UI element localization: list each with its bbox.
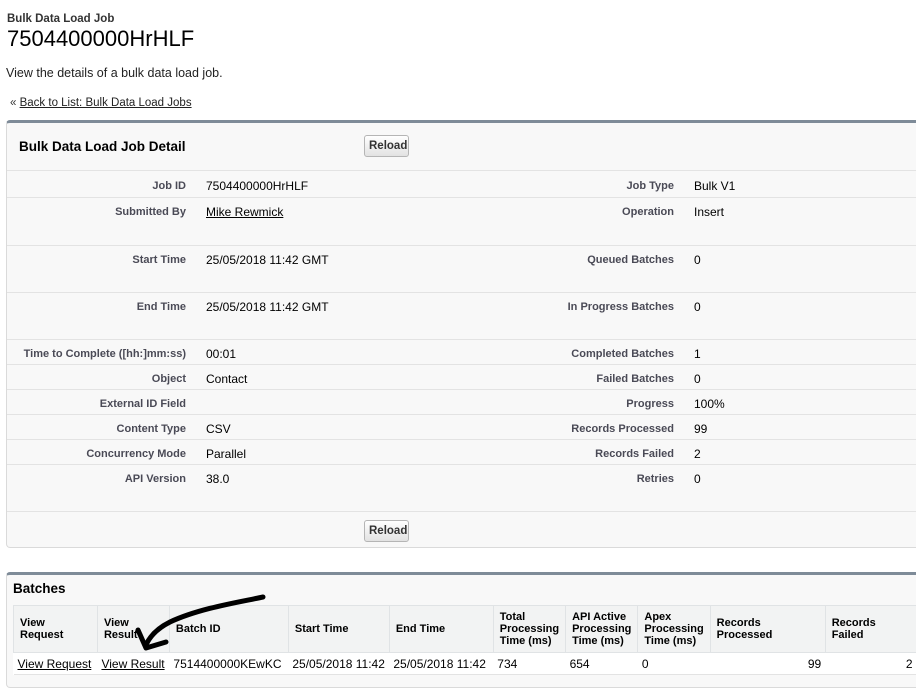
records-failed-cell: 2: [825, 652, 916, 675]
field-label: Time to Complete ([hh:]mm:ss): [23, 348, 186, 360]
field-label: Progress: [626, 398, 674, 410]
field-label: Queued Batches: [587, 254, 674, 266]
field-value: Insert: [694, 205, 725, 219]
job-detail-footer: [7, 511, 916, 549]
column-header[interactable]: View Result: [96, 605, 170, 653]
column-header[interactable]: End Time: [388, 605, 494, 653]
batches-section: Batches View Request View Result Batch I…: [6, 572, 916, 688]
field-value: 0: [694, 472, 701, 486]
section-title: Bulk Data Load Job Detail: [19, 139, 186, 154]
column-header[interactable]: Start Time: [287, 605, 390, 653]
field-label: Records Processed: [571, 423, 674, 435]
field-value: Parallel: [206, 447, 247, 461]
field-value: 1: [694, 347, 701, 361]
column-header[interactable]: View Request: [13, 605, 98, 653]
page-type-label: Bulk Data Load Job: [7, 13, 115, 25]
field-value: 0: [694, 300, 701, 314]
detail-row: Time to Complete ([hh:]mm:ss) 00:01 Comp…: [7, 340, 916, 365]
field-label: External ID Field: [99, 398, 186, 410]
field-label: Content Type: [116, 423, 186, 435]
field-label: Completed Batches: [571, 348, 674, 360]
detail-row: Start Time 25/05/2018 11:42 GMT Queued B…: [7, 246, 916, 293]
table-header-row: View Request View Result Batch ID Start …: [13, 605, 916, 653]
page-title: 7504400000HrHLF: [7, 26, 195, 51]
field-value: Contact: [206, 372, 248, 386]
field-value: 38.0: [206, 472, 230, 486]
field-value: 0: [694, 372, 701, 386]
back-to-list-link[interactable]: Back to List: Bulk Data Load Jobs: [20, 97, 192, 109]
reload-button-top[interactable]: Reload: [364, 135, 409, 157]
section-title: Batches: [13, 581, 66, 596]
view-result-cell: View Result: [97, 652, 170, 675]
detail-row: End Time 25/05/2018 11:42 GMT In Progres…: [7, 293, 916, 340]
detail-row: Concurrency Mode Parallel Records Failed…: [7, 440, 916, 465]
batch-id-cell: 7514400000KEwKC: [169, 652, 289, 675]
page-description: View the details of a bulk data load job…: [6, 66, 223, 80]
column-header[interactable]: Records Processed: [709, 605, 826, 653]
breadcrumb: « Back to List: Bulk Data Load Jobs: [10, 97, 192, 109]
job-detail-header: Bulk Data Load Job Detail Reload: [7, 123, 916, 171]
field-value: 00:01: [206, 347, 237, 361]
field-label: End Time: [136, 301, 186, 313]
detail-row: Object Contact Failed Batches 0: [7, 365, 916, 390]
back-arrow-icon: «: [10, 97, 17, 109]
field-label: Job ID: [152, 180, 186, 192]
end-time-cell: 25/05/2018 11:42: [389, 652, 494, 675]
field-label: Retries: [636, 473, 674, 485]
field-value: 2: [694, 447, 701, 461]
column-header[interactable]: Apex Processing Time (ms): [637, 605, 711, 653]
field-label: Concurrency Mode: [86, 448, 186, 460]
field-label: Job Type: [626, 180, 674, 192]
apex-processing-cell: 0: [637, 652, 711, 675]
table-row: View Request View Result 7514400000KEwKC…: [13, 652, 916, 675]
field-value: 0: [694, 253, 701, 267]
view-result-link[interactable]: View Result: [101, 657, 164, 671]
detail-row: Job ID 7504400000HrHLF Job Type Bulk V1: [7, 172, 916, 198]
column-header[interactable]: Records Failed: [824, 605, 916, 653]
submitted-by-value: Mike Rewmick: [206, 205, 456, 219]
field-value: 7504400000HrHLF: [206, 179, 309, 193]
field-value: 25/05/2018 11:42 GMT: [206, 300, 329, 314]
submitted-by-link[interactable]: Mike Rewmick: [206, 205, 283, 219]
total-processing-cell: 734: [493, 652, 566, 675]
column-header[interactable]: Batch ID: [168, 605, 289, 653]
api-processing-cell: 654: [565, 652, 638, 675]
field-value: CSV: [206, 422, 231, 436]
reload-button-bottom[interactable]: Reload: [364, 520, 409, 542]
page-header: Bulk Data Load Job 7504400000HrHLF: [7, 13, 194, 52]
column-header[interactable]: Total Processing Time (ms): [492, 605, 567, 653]
column-header[interactable]: API Active Processing Time (ms): [565, 605, 639, 653]
records-processed-cell: 99: [710, 652, 826, 675]
field-value: 25/05/2018 11:42 GMT: [206, 253, 329, 267]
field-value: 99: [694, 422, 708, 436]
field-label: Failed Batches: [596, 373, 674, 385]
field-label: Object: [151, 373, 186, 385]
batches-table: View Request View Result Batch ID Start …: [13, 605, 916, 675]
start-time-cell: 25/05/2018 11:42: [288, 652, 390, 675]
field-label: Submitted By: [115, 206, 186, 218]
job-detail-section: Bulk Data Load Job Detail Reload Job ID …: [6, 120, 916, 548]
field-label: Start Time: [132, 254, 186, 266]
detail-row: Content Type CSV Records Processed 99: [7, 415, 916, 440]
field-label: Operation: [622, 206, 674, 218]
view-request-link[interactable]: View Request: [18, 657, 92, 671]
detail-row: Submitted By Mike Rewmick Operation Inse…: [7, 198, 916, 246]
field-label: Records Failed: [595, 448, 674, 460]
field-label: In Progress Batches: [567, 301, 674, 313]
field-value: 100%: [694, 397, 725, 411]
field-value: Bulk V1: [694, 179, 736, 193]
detail-row: External ID Field Progress 100%: [7, 390, 916, 415]
field-label: API Version: [124, 473, 186, 485]
view-request-cell: View Request: [13, 652, 98, 675]
detail-row: API Version 38.0 Retries 0: [7, 465, 916, 511]
